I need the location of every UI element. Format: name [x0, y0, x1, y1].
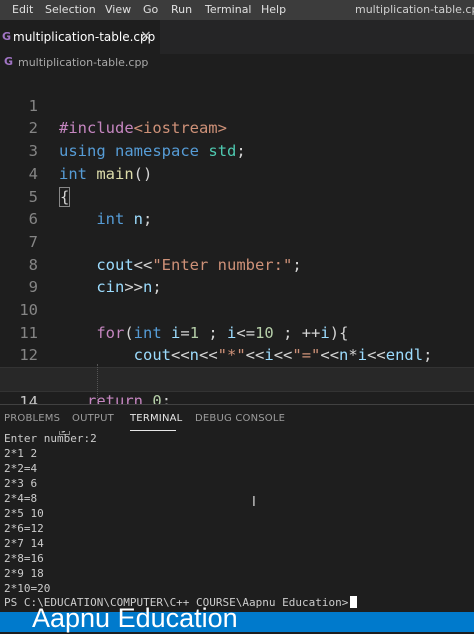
- terminal-line: 2*2=4: [4, 462, 38, 475]
- tab-debug-console[interactable]: DEBUG CONSOLE: [195, 413, 285, 424]
- tab-output[interactable]: OUTPUT: [72, 413, 114, 424]
- code-line: 5 int n;: [0, 163, 474, 229]
- menu-view[interactable]: View: [105, 3, 131, 16]
- terminal-line: 2*6=12: [4, 522, 44, 535]
- menu-terminal[interactable]: Terminal: [205, 3, 252, 16]
- code-line: 10 for(int i=1 ; i<=10 ; ++i){: [0, 276, 474, 342]
- terminal-line: 2*1 2: [4, 447, 38, 460]
- terminal-line: 2*9 18: [4, 567, 44, 580]
- cpp-file-icon: G: [2, 30, 12, 43]
- window-title: multiplication-table.cpp -: [355, 3, 474, 16]
- panel-tab-bar: PROBLEMS OUTPUT TERMINAL DEBUG CONSOLE: [0, 404, 474, 431]
- code-line: 1 #include<iostream>: [0, 72, 474, 138]
- menu-selection[interactable]: Selection: [45, 3, 96, 16]
- menu-edit[interactable]: Edit: [12, 3, 33, 16]
- editor-tab-bar: G multiplication-table.cpp ×: [0, 20, 474, 55]
- code-editor[interactable]: 1 #include<iostream> 2 using namespace s…: [0, 72, 474, 435]
- code-line: 3 int main(): [0, 117, 474, 183]
- terminal[interactable]: Enter number:2 2*1 2 2*2=4 2*3 6 2*4=8 2…: [0, 430, 474, 612]
- terminal-line: 2*4=8: [4, 492, 38, 505]
- menu-go[interactable]: Go: [143, 3, 158, 16]
- menu-bar: Edit Selection View Go Run Terminal Help…: [0, 0, 474, 20]
- tab-label: multiplication-table.cpp: [13, 30, 156, 44]
- watermark-text: Aapnu Education: [32, 603, 238, 633]
- code-line: 9: [0, 254, 474, 296]
- code-line: 8 cin>>n;: [0, 231, 474, 297]
- terminal-line: 2*3 6: [4, 477, 38, 490]
- code-line: 12 }: [0, 322, 474, 387]
- terminal-line: Enter number:2: [4, 432, 97, 445]
- code-line: 6: [0, 186, 474, 228]
- tab-terminal[interactable]: TERMINAL: [130, 413, 182, 424]
- cpp-file-icon: G: [4, 55, 14, 68]
- tab-multiplication-table[interactable]: G multiplication-table.cpp ×: [0, 20, 160, 55]
- menu-run[interactable]: Run: [171, 3, 192, 16]
- terminal-line: 2*7 14: [4, 537, 44, 550]
- indent-guide: [97, 364, 99, 402]
- terminal-cursor: [350, 596, 358, 608]
- tab-problems[interactable]: PROBLEMS: [4, 413, 60, 424]
- terminal-line: 2*10=20: [4, 582, 51, 595]
- terminal-line: 2*8=16: [4, 552, 44, 565]
- code-line-current: 14 }: [0, 367, 474, 435]
- code-line: 11 cout<<n<<"*"<<i<<"="<<n*i<<endl;: [0, 299, 474, 365]
- code-line: 7 cout<<"Enter number:";: [0, 208, 474, 274]
- code-line: 13 return 0;: [0, 344, 474, 410]
- text-cursor-icon: I: [252, 495, 256, 510]
- code-line: 4 {: [0, 140, 474, 207]
- breadcrumb-item-file[interactable]: multiplication-table.cpp: [18, 56, 148, 69]
- close-icon[interactable]: ×: [140, 28, 152, 44]
- code-line: 2 using namespace std;: [0, 95, 474, 160]
- terminal-line: 2*5 10: [4, 507, 44, 520]
- menu-help[interactable]: Help: [261, 3, 286, 16]
- breadcrumb: G multiplication-table.cpp: [0, 54, 474, 72]
